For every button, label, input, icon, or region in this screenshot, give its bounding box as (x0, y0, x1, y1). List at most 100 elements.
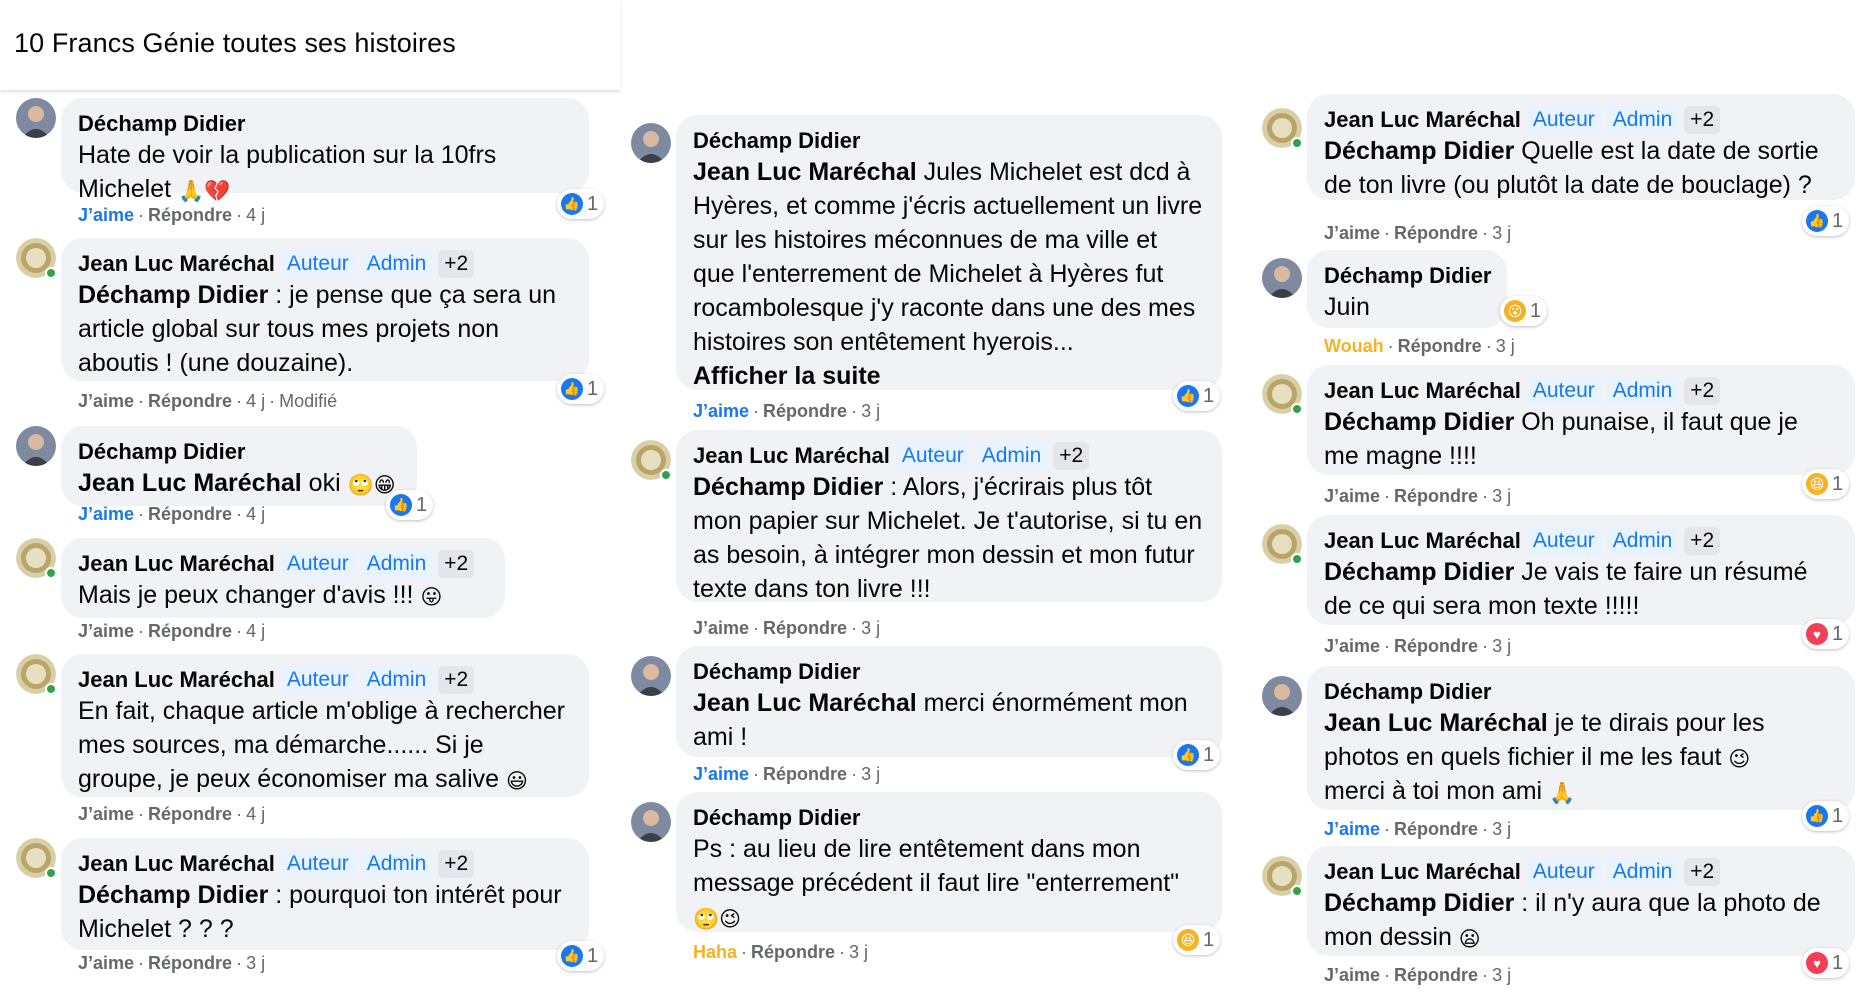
reaction-count[interactable]: 😮 1 (1500, 296, 1548, 326)
comment-time[interactable]: 3 j (246, 953, 265, 973)
reply-button[interactable]: Répondre (763, 401, 847, 421)
avatar-didier[interactable] (1262, 258, 1302, 298)
like-button[interactable]: J’aime (693, 401, 749, 421)
reaction-count[interactable]: ♥ 1 (1802, 619, 1850, 649)
reply-button[interactable]: Répondre (148, 953, 232, 973)
comment-author[interactable]: Jean Luc Maréchal (1324, 859, 1521, 885)
reaction-count[interactable]: 👍 1 (1802, 206, 1850, 236)
reply-button[interactable]: Répondre (148, 205, 232, 225)
mention-link[interactable]: Déchamp Didier (1324, 137, 1514, 165)
comment-time[interactable]: 4 j (246, 504, 265, 524)
mention-link[interactable]: Déchamp Didier (1324, 408, 1514, 436)
more-badges[interactable]: +2 (1053, 442, 1090, 470)
reaction-count[interactable]: 😆 1 (1173, 925, 1221, 955)
comment-author[interactable]: Déchamp Didier (693, 659, 861, 685)
comment-author[interactable]: Jean Luc Maréchal (693, 443, 890, 469)
comment-author[interactable]: Jean Luc Maréchal (1324, 378, 1521, 404)
comment-author[interactable]: Jean Luc Maréchal (78, 551, 275, 577)
mention-link[interactable]: Jean Luc Maréchal (693, 689, 917, 717)
mention-link[interactable]: Déchamp Didier (693, 473, 883, 501)
reply-button[interactable]: Répondre (1398, 336, 1482, 356)
like-button[interactable]: J’aime (1324, 965, 1380, 985)
comment-author[interactable]: Déchamp Didier (693, 805, 861, 831)
comment-author[interactable]: Jean Luc Maréchal (78, 667, 275, 693)
comment-time[interactable]: 3 j (1492, 819, 1511, 839)
like-button[interactable]: J’aime (1324, 223, 1380, 243)
avatar-didier[interactable] (1262, 676, 1302, 716)
like-button[interactable]: J’aime (693, 618, 749, 638)
comment-author[interactable]: Jean Luc Maréchal (1324, 528, 1521, 554)
reply-button[interactable]: Répondre (148, 621, 232, 641)
more-badges[interactable]: +2 (1684, 377, 1721, 405)
reaction-count[interactable]: 👍 1 (386, 490, 434, 520)
haha-button[interactable]: Haha (693, 942, 737, 962)
mention-link[interactable]: Déchamp Didier (1324, 889, 1514, 917)
reply-button[interactable]: Répondre (763, 764, 847, 784)
reaction-count[interactable]: 👍 1 (557, 941, 605, 971)
reply-button[interactable]: Répondre (1394, 486, 1478, 506)
avatar-didier[interactable] (16, 426, 56, 466)
like-button[interactable]: J’aime (1324, 486, 1380, 506)
comment-author[interactable]: Déchamp Didier (1324, 263, 1492, 289)
like-button[interactable]: J’aime (1324, 636, 1380, 656)
avatar-didier[interactable] (16, 98, 56, 138)
comment-time[interactable]: 3 j (1492, 636, 1511, 656)
avatar-didier[interactable] (631, 123, 671, 163)
more-badges[interactable]: +2 (1684, 858, 1721, 886)
reply-button[interactable]: Répondre (751, 942, 835, 962)
reaction-count[interactable]: 👍 1 (1173, 740, 1221, 770)
comment-time[interactable]: 3 j (861, 618, 880, 638)
reply-button[interactable]: Répondre (1394, 965, 1478, 985)
avatar-didier[interactable] (631, 802, 671, 842)
reaction-count[interactable]: 👍 1 (557, 374, 605, 404)
more-badges[interactable]: +2 (1684, 527, 1721, 555)
comment-time[interactable]: 4 j (246, 621, 265, 641)
more-badges[interactable]: +2 (1684, 106, 1721, 134)
like-button[interactable]: J’aime (78, 504, 134, 524)
comment-author[interactable]: Déchamp Didier (78, 439, 246, 465)
reaction-count[interactable]: ♥ 1 (1802, 948, 1850, 978)
comment-time[interactable]: 4 j (246, 205, 265, 225)
reply-button[interactable]: Répondre (148, 504, 232, 524)
comment-time[interactable]: 3 j (861, 401, 880, 421)
comment-author[interactable]: Jean Luc Maréchal (1324, 107, 1521, 133)
comment-time[interactable]: 4 j (246, 804, 265, 824)
mention-link[interactable]: Déchamp Didier (78, 881, 268, 909)
reaction-count[interactable]: 👍 1 (557, 189, 605, 219)
more-badges[interactable]: +2 (438, 666, 475, 694)
comment-author[interactable]: Déchamp Didier (78, 111, 246, 137)
comment-time[interactable]: 3 j (1492, 965, 1511, 985)
comment-author[interactable]: Déchamp Didier (693, 128, 861, 154)
mention-link[interactable]: Déchamp Didier (1324, 558, 1514, 586)
more-badges[interactable]: +2 (438, 550, 475, 578)
see-more-link[interactable]: Afficher la suite (693, 362, 881, 390)
like-button[interactable]: J’aime (78, 804, 134, 824)
like-button[interactable]: J’aime (78, 621, 134, 641)
mention-link[interactable]: Jean Luc Maréchal (1324, 709, 1548, 737)
reply-button[interactable]: Répondre (1394, 819, 1478, 839)
avatar-didier[interactable] (631, 656, 671, 696)
like-button[interactable]: J’aime (693, 764, 749, 784)
reply-button[interactable]: Répondre (1394, 223, 1478, 243)
reaction-count[interactable]: 😆 1 (1802, 469, 1850, 499)
more-badges[interactable]: +2 (438, 850, 475, 878)
reply-button[interactable]: Répondre (763, 618, 847, 638)
comment-time[interactable]: 3 j (1496, 336, 1515, 356)
comment-time[interactable]: 3 j (861, 764, 880, 784)
comment-author[interactable]: Déchamp Didier (1324, 679, 1492, 705)
comment-author[interactable]: Jean Luc Maréchal (78, 251, 275, 277)
like-button[interactable]: J’aime (78, 953, 134, 973)
reply-button[interactable]: Répondre (148, 804, 232, 824)
reply-button[interactable]: Répondre (148, 391, 232, 411)
mention-link[interactable]: Jean Luc Maréchal (693, 158, 917, 186)
wow-button[interactable]: Wouah (1324, 336, 1384, 356)
mention-link[interactable]: Déchamp Didier (78, 281, 268, 309)
reaction-count[interactable]: 👍 1 (1802, 801, 1850, 831)
like-button[interactable]: J’aime (1324, 819, 1380, 839)
reaction-count[interactable]: 👍 1 (1173, 381, 1221, 411)
comment-time[interactable]: 3 j (1492, 223, 1511, 243)
comment-author[interactable]: Jean Luc Maréchal (78, 851, 275, 877)
reply-button[interactable]: Répondre (1394, 636, 1478, 656)
comment-time[interactable]: 3 j (1492, 486, 1511, 506)
like-button[interactable]: J’aime (78, 205, 134, 225)
